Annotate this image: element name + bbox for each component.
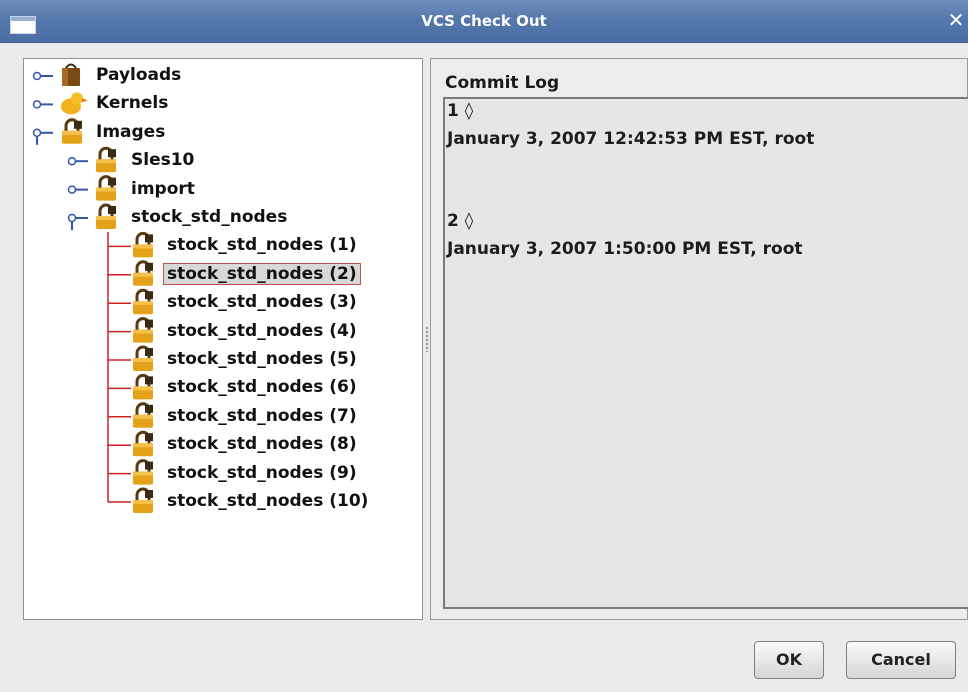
leaf-lock-icon-2 [133, 260, 153, 286]
window-title: VCS Check Out [421, 12, 547, 30]
tree-node-sles10[interactable]: Sles10 [131, 149, 194, 171]
tree-node-kernels[interactable]: Kernels [96, 92, 168, 114]
tree-node-stock-std-nodes-10[interactable]: stock_std_nodes (10) [167, 490, 368, 512]
tree-node-stock-std-nodes-6[interactable]: stock_std_nodes (6) [167, 376, 357, 398]
leaf-lock-icon-5 [133, 345, 153, 371]
close-icon[interactable]: ✕ [946, 9, 966, 31]
expand-handle-payloads[interactable] [32, 71, 54, 81]
leaf-lock-icon-8 [133, 430, 153, 457]
title-bar: VCS Check Out ✕ [0, 0, 968, 43]
leaf-lock-icon-7 [133, 402, 153, 428]
leaf-lock-icon-1 [133, 231, 153, 258]
commit-log-panel: Commit Log 1 ◊ January 3, 2007 12:42:53 P… [430, 58, 968, 620]
repository-tree[interactable]: Payloads Kernels Images Sles10 import stock_s… [23, 58, 423, 620]
tree-node-stock-std-nodes-5[interactable]: stock_std_nodes (5) [167, 348, 357, 370]
tree-node-stock-std-nodes-7[interactable]: stock_std_nodes (7) [167, 405, 357, 427]
leaf-lock-icon-6 [133, 373, 153, 400]
cancel-button[interactable]: Cancel [846, 641, 956, 679]
tree-node-stock-std-nodes-2[interactable]: stock_std_nodes (2) [163, 262, 361, 285]
tree-node-images[interactable]: Images [96, 121, 165, 143]
expand-handle-stock-std-nodes[interactable] [67, 213, 89, 231]
leaf-lock-icon-3 [133, 288, 153, 315]
commit-log-line: January 3, 2007 12:42:53 PM EST, root [447, 128, 815, 149]
expand-handle-sles10[interactable] [67, 156, 89, 166]
commit-log-title: Commit Log [445, 73, 560, 93]
leaf-lock-icon-10 [133, 487, 153, 513]
expand-handle-import[interactable] [67, 185, 89, 194]
ok-button[interactable]: OK [754, 641, 824, 679]
tree-node-stock-std-nodes-1[interactable]: stock_std_nodes (1) [167, 234, 357, 256]
commit-log-line: 2 ◊ [447, 211, 474, 231]
kernels-duck-icon [61, 92, 88, 115]
sles10-lock-icon [96, 146, 116, 173]
stock-std-nodes-lock-icon [96, 203, 116, 229]
tree-node-stock-std-nodes-9[interactable]: stock_std_nodes (9) [167, 462, 357, 484]
tree-node-stock-std-nodes-4[interactable]: stock_std_nodes (4) [167, 320, 357, 342]
tree-node-stock-std-nodes[interactable]: stock_std_nodes [131, 206, 287, 228]
commit-log-text[interactable]: 1 ◊ January 3, 2007 12:42:53 PM EST, root… [443, 97, 968, 609]
tree-node-stock-std-nodes-3[interactable]: stock_std_nodes (3) [167, 291, 357, 313]
leaf-lock-icon-9 [133, 459, 153, 485]
tree-node-stock-std-nodes-8[interactable]: stock_std_nodes (8) [167, 433, 357, 455]
leaf-lock-icon-4 [133, 317, 153, 343]
payloads-bag-icon [62, 63, 80, 86]
images-lock-icon [62, 118, 82, 144]
expand-handle-kernels[interactable] [32, 100, 54, 109]
commit-log-line: January 3, 2007 1:50:00 PM EST, root [447, 238, 803, 259]
commit-log-line: 1 ◊ [447, 101, 474, 121]
tree-node-import[interactable]: import [131, 178, 195, 200]
import-lock-icon [96, 175, 116, 201]
expand-handle-images[interactable] [32, 128, 54, 145]
tree-node-payloads[interactable]: Payloads [96, 64, 181, 86]
